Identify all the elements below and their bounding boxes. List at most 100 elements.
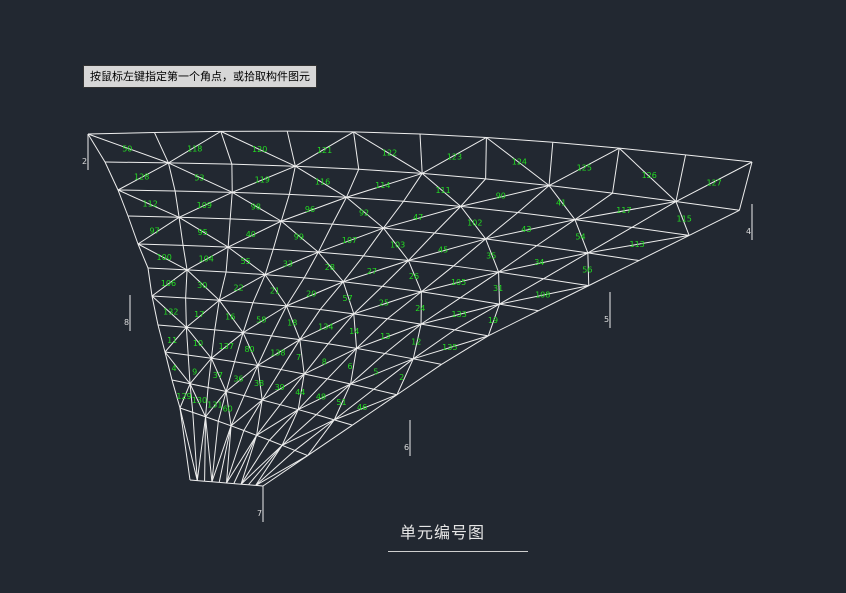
- truss-member: [612, 148, 620, 194]
- truss-member: [256, 434, 270, 441]
- element-label: 118: [187, 144, 202, 153]
- truss-member: [227, 218, 231, 248]
- truss-member: [286, 130, 296, 167]
- truss-member: [243, 332, 272, 337]
- element-label: 40: [246, 230, 256, 239]
- truss-member: [548, 142, 554, 186]
- truss-member: [588, 260, 640, 287]
- truss-member: [232, 191, 290, 195]
- truss-member: [137, 243, 149, 269]
- truss-drawing[interactable]: 245678 50 118 120 121 122 123124125126127128 5…: [0, 0, 846, 593]
- truss-member: [403, 200, 461, 207]
- truss-member: [413, 358, 442, 365]
- element-label: 16: [225, 312, 235, 321]
- truss-member: [485, 238, 537, 247]
- support-label: 7: [257, 509, 262, 518]
- truss-member: [234, 361, 258, 366]
- element-label: 20: [306, 290, 316, 299]
- truss-member: [233, 435, 258, 484]
- truss-member: [187, 269, 227, 273]
- truss-member: [738, 161, 753, 211]
- truss-member: [185, 327, 189, 356]
- element-label: 111: [435, 186, 450, 195]
- element-label: 55: [241, 257, 251, 266]
- truss-member: [207, 358, 212, 388]
- truss-member: [229, 192, 233, 219]
- truss-member: [574, 219, 633, 228]
- element-number-labels: 50 118 120 121 122 123124125126127128 53 119 116…: [122, 144, 722, 413]
- truss-member: [420, 323, 455, 331]
- truss-member: [304, 277, 344, 283]
- truss-member: [280, 194, 290, 222]
- truss-member: [210, 329, 216, 359]
- truss-member: [187, 355, 191, 384]
- element-label: 113: [630, 240, 645, 249]
- truss-member: [295, 165, 359, 170]
- truss-member: [485, 178, 550, 187]
- truss-member: [230, 425, 245, 431]
- truss-diagonal: [281, 419, 335, 446]
- element-label: 13: [380, 332, 390, 341]
- truss-member: [127, 215, 180, 218]
- truss-diagonal: [205, 416, 213, 482]
- element-label: 108: [535, 291, 550, 300]
- truss-member: [241, 483, 249, 486]
- element-label: 130: [192, 396, 207, 405]
- truss-member: [188, 354, 212, 359]
- truss-member: [185, 269, 188, 299]
- truss-member: [226, 430, 245, 484]
- truss-member: [342, 255, 364, 283]
- truss-member: [104, 161, 119, 191]
- truss-member: [382, 285, 422, 293]
- truss-member: [304, 373, 328, 380]
- element-label: 128: [134, 173, 149, 182]
- truss-member: [225, 247, 229, 273]
- truss-member: [127, 215, 139, 245]
- element-label: 117: [616, 206, 631, 215]
- truss-member: [383, 200, 404, 229]
- truss-member: [218, 271, 227, 301]
- truss-member: [350, 383, 374, 390]
- element-label: 37: [213, 371, 223, 380]
- truss-member: [517, 212, 575, 221]
- element-label: 18: [287, 319, 297, 328]
- truss-member: [205, 416, 219, 422]
- command-prompt-tooltip: 按鼠标左键指定第一个角点，或拾取构件图元: [83, 65, 317, 88]
- truss-member: [543, 252, 589, 280]
- element-label: 28: [325, 263, 335, 272]
- element-label: 132: [163, 308, 178, 317]
- truss-member: [117, 189, 176, 192]
- element-label: 44: [295, 388, 305, 397]
- element-label: 43: [521, 225, 531, 234]
- truss-member: [182, 245, 188, 270]
- truss-member: [234, 332, 244, 362]
- element-label: 100: [157, 253, 172, 262]
- truss-member: [262, 399, 281, 406]
- element-label: 95: [198, 228, 208, 237]
- element-label: 46: [357, 403, 367, 412]
- element-label: 53: [194, 174, 204, 183]
- element-label: 58: [256, 315, 266, 324]
- truss-member: [147, 267, 153, 297]
- truss-member: [536, 245, 588, 254]
- element-label: 98: [251, 203, 261, 212]
- element-label: 4: [172, 364, 177, 373]
- truss-member: [373, 388, 398, 396]
- truss-member: [327, 378, 351, 385]
- element-label: 39: [275, 383, 285, 392]
- truss-member: [255, 484, 264, 487]
- truss-member: [350, 353, 386, 385]
- truss-member: [265, 274, 305, 279]
- element-label: 124: [512, 158, 527, 167]
- truss-member: [346, 196, 404, 202]
- truss-member: [185, 298, 187, 328]
- truss-member: [408, 260, 454, 267]
- truss-member: [244, 395, 263, 401]
- element-label: 97: [150, 227, 160, 236]
- truss-member: [373, 358, 414, 390]
- element-label: 11: [167, 336, 177, 345]
- element-label: 114: [375, 181, 390, 190]
- truss-member: [289, 193, 347, 198]
- truss-member: [211, 481, 220, 483]
- truss-member: [387, 318, 422, 325]
